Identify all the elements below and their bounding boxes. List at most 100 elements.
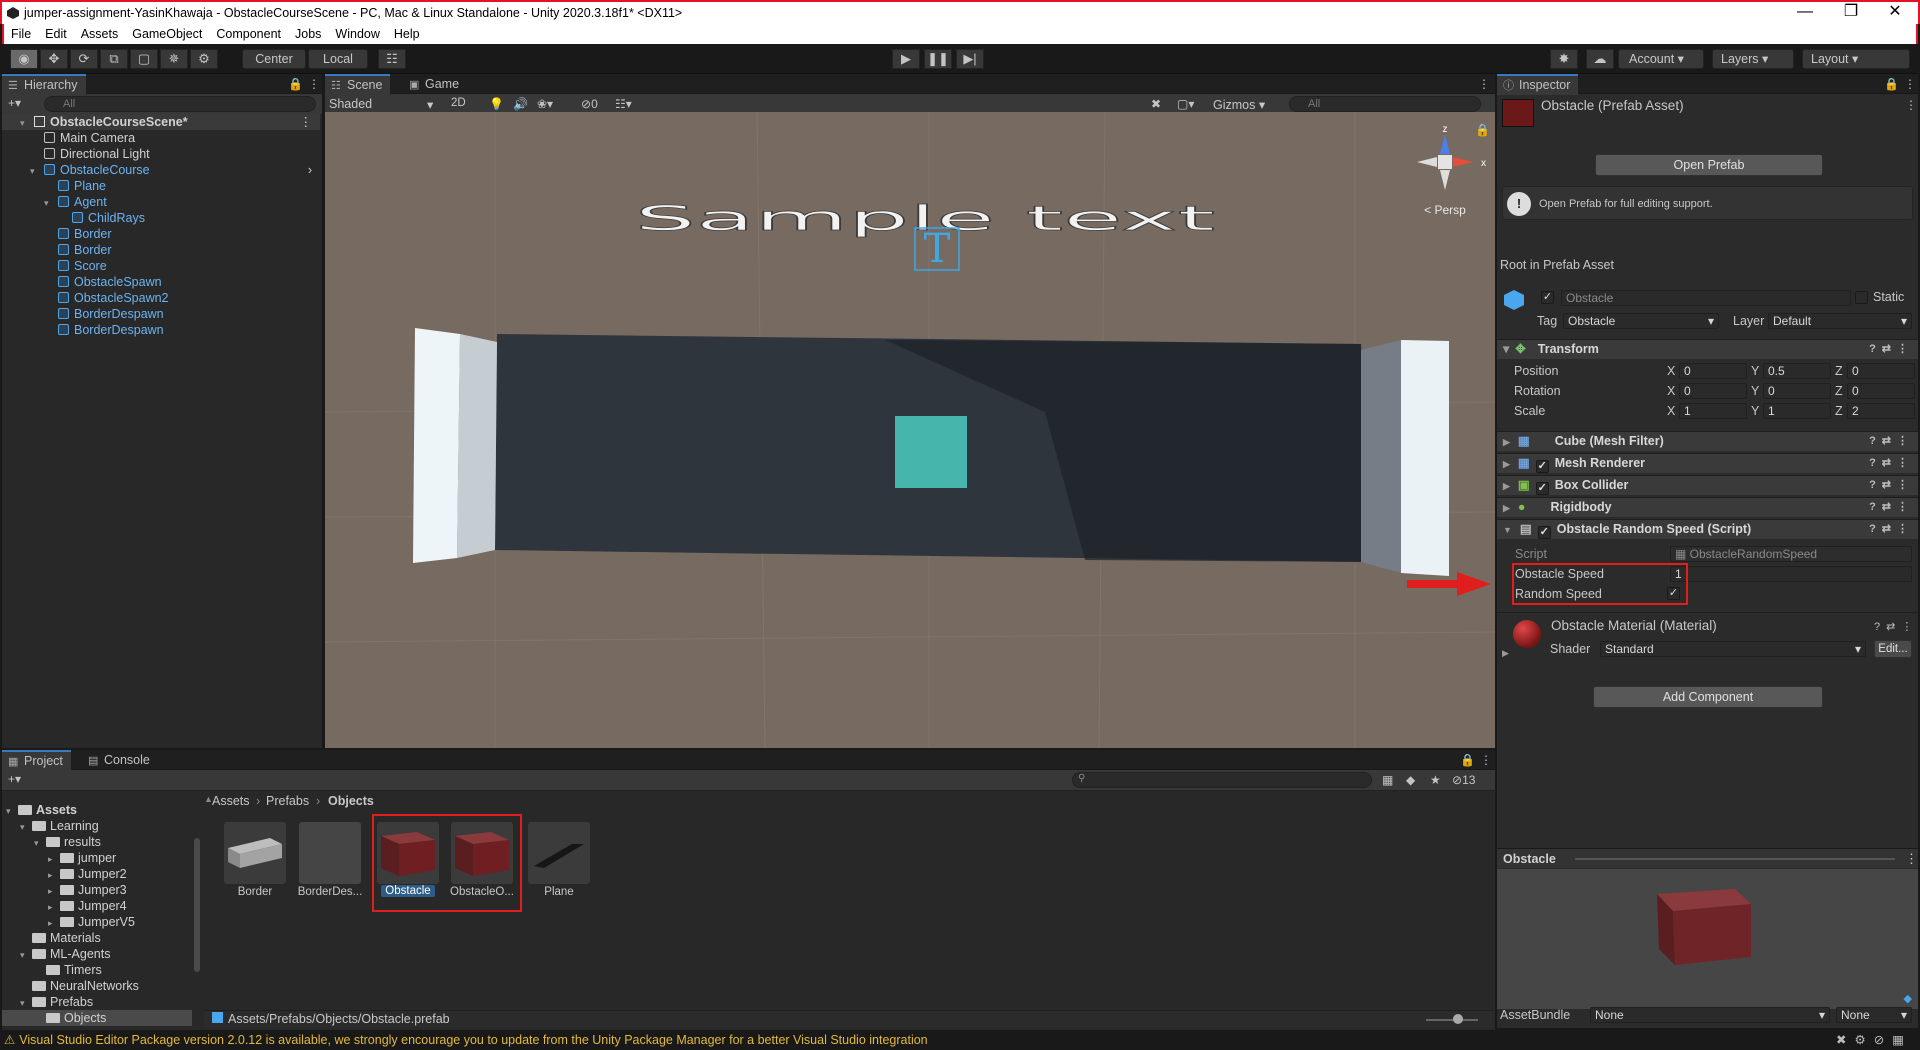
layer-dropdown[interactable]: Default ▾ [1768, 313, 1912, 329]
collapse-arrow-icon[interactable]: ▸ [48, 867, 58, 883]
status-bar[interactable]: ⚠ Visual Studio Editor Package version 2.… [0, 1031, 1920, 1050]
tools-icon[interactable]: ✖ [1151, 97, 1161, 111]
hierarchy-item[interactable]: ▾ Agent [2, 194, 320, 210]
expand-arrow-icon[interactable]: ▾ [44, 195, 54, 211]
project-folder-item[interactable]: ▾ results [2, 834, 192, 850]
project-folder-item[interactable]: ▸ Jumper4 [2, 898, 192, 914]
account-dropdown[interactable]: Account ▾ [1618, 49, 1704, 69]
menu-file[interactable]: File [4, 27, 38, 41]
active-checkbox[interactable]: ✓ [1541, 291, 1554, 304]
axis-x-label[interactable]: X [1667, 404, 1675, 418]
open-prefab-arrow-icon[interactable]: › [308, 162, 312, 178]
breadcrumb-prefabs[interactable]: Prefabs [266, 794, 309, 808]
component-menu-icons[interactable]: ?⇄⋮ [1869, 476, 1914, 495]
menu-help[interactable]: Help [387, 27, 427, 41]
expand-arrow-icon[interactable]: ▾ [20, 115, 30, 131]
asset-borderdespawn-thumb[interactable] [299, 822, 361, 884]
preview-area[interactable]: ◆ [1497, 869, 1918, 1009]
component-menu-icons[interactable]: ?⇄⋮ [1869, 432, 1914, 451]
collapse-arrow-icon[interactable]: ▸ [48, 883, 58, 899]
name-field[interactable]: Obstacle [1561, 290, 1851, 306]
scene-viewport[interactable]: Sample text T z x < Persp 🔒 [325, 112, 1495, 748]
transform-x-field[interactable]: 0 [1679, 363, 1747, 379]
expand-arrow-icon[interactable]: ▾ [20, 947, 30, 963]
expand-arrow-icon[interactable]: ▾ [20, 819, 30, 835]
menu-component[interactable]: Component [209, 27, 288, 41]
grid-icon[interactable]: ☷▾ [615, 97, 632, 111]
menu-edit[interactable]: Edit [38, 27, 74, 41]
hierarchy-item[interactable]: Main Camera [2, 130, 320, 146]
persp-label[interactable]: < Persp [1424, 203, 1466, 217]
axis-x-label[interactable]: X [1667, 364, 1675, 378]
tab-inspector[interactable]: ⓘ Inspector [1497, 74, 1579, 95]
component-header[interactable]: ▶ ▣ ✓ Box Collider ?⇄⋮ [1497, 475, 1918, 495]
project-folder-item[interactable]: Materials [2, 930, 192, 946]
move-tool-icon[interactable]: ✥ [40, 49, 68, 69]
edit-shader-button[interactable]: Edit... [1874, 640, 1912, 658]
hidden-packages-icon[interactable]: ⊘13 [1452, 773, 1475, 787]
pivot-local-button[interactable]: Local [308, 49, 368, 69]
project-search[interactable] [1072, 772, 1372, 788]
scene-search[interactable]: All [1289, 96, 1481, 112]
rect-tool-icon[interactable]: ▢ [130, 49, 158, 69]
component-menu-icons[interactable]: ?⇄⋮ [1869, 520, 1914, 539]
shading-dropdown[interactable]: Shaded ▾ [329, 97, 439, 112]
hierarchy-item[interactable]: ▾ ObstacleCourseScene* ⋮ [2, 114, 320, 130]
transform-y-field[interactable]: 0 [1763, 383, 1831, 399]
project-folder-item[interactable]: NeuralNetworks [2, 978, 192, 994]
tag-dropdown[interactable]: Obstacle ▾ [1563, 313, 1719, 329]
hierarchy-item[interactable]: BorderDespawn [2, 306, 320, 322]
menu-gameobject[interactable]: GameObject [125, 27, 209, 41]
axis-y-label[interactable]: Y [1751, 404, 1759, 418]
effects-icon[interactable]: ❀▾ [537, 97, 553, 111]
project-more-icon[interactable]: ⋮ [1480, 753, 1492, 767]
rotate-tool-icon[interactable]: ⟳ [70, 49, 98, 69]
asset-more-icon[interactable]: ⋮ [1905, 98, 1917, 112]
project-folder-item[interactable]: ▸ JumperV5 [2, 914, 192, 930]
2d-toggle[interactable]: 2D [451, 97, 466, 109]
transform-x-field[interactable]: 0 [1679, 383, 1747, 399]
pivot-center-button[interactable]: Center [242, 49, 306, 69]
transform-x-field[interactable]: 1 [1679, 403, 1747, 419]
collapse-arrow-icon[interactable]: ▸ [48, 915, 58, 931]
audio-icon[interactable]: 🔊 [513, 97, 528, 111]
project-folder-item[interactable]: Timers [2, 962, 192, 978]
more-icon[interactable]: ⋮ [308, 77, 320, 91]
axis-x-label[interactable]: X [1667, 384, 1675, 398]
hierarchy-item[interactable]: Border [2, 226, 320, 242]
hierarchy-item[interactable]: BorderDespawn [2, 322, 320, 338]
component-menu-icons[interactable]: ?⇄⋮ [1869, 498, 1914, 517]
filter-label-icon[interactable]: ◆ [1406, 773, 1415, 787]
project-folder-item[interactable]: ▸ Jumper3 [2, 882, 192, 898]
assetbundle-variant-dropdown[interactable]: None ▾ [1836, 1007, 1912, 1023]
tab-project[interactable]: ▦ Project [2, 750, 71, 771]
tree-scrollbar[interactable] [194, 838, 200, 972]
static-label[interactable]: Static [1873, 290, 1904, 304]
asset-border-thumb[interactable] [224, 822, 286, 884]
hierarchy-item[interactable]: Border [2, 242, 320, 258]
filter-type-icon[interactable]: ▦ [1382, 773, 1393, 787]
component-header[interactable]: ▼ ▤ ✓ Obstacle Random Speed (Script) ?⇄⋮ [1497, 519, 1918, 539]
project-folder-item[interactable]: ▾ Prefabs [2, 994, 192, 1010]
transform-y-field[interactable]: 0.5 [1763, 363, 1831, 379]
preview-drag-handle[interactable] [1575, 858, 1895, 860]
menu-jobs[interactable]: Jobs [288, 27, 328, 41]
tab-scene[interactable]: ☷ Scene [325, 74, 391, 95]
collapse-arrow-icon[interactable]: ▸ [48, 899, 58, 915]
transform-z-field[interactable]: 0 [1847, 383, 1915, 399]
maximize-icon[interactable]: ❐ [1828, 2, 1874, 24]
lock-icon[interactable]: 🔒 [288, 77, 303, 91]
view-tool-icon[interactable]: ◉ [10, 49, 38, 69]
transform-z-field[interactable]: 2 [1847, 403, 1915, 419]
expand-arrow-icon[interactable]: ▾ [6, 803, 16, 819]
axis-y-label[interactable]: Y [1751, 384, 1759, 398]
cloud-icon[interactable]: ☁ [1586, 49, 1614, 69]
hierarchy-item[interactable]: Plane [2, 178, 320, 194]
pause-icon[interactable]: ❚❚ [924, 49, 952, 69]
component-header[interactable]: ▶ ▦ ✓ Mesh Renderer ?⇄⋮ [1497, 453, 1918, 473]
hierarchy-item[interactable]: Directional Light [2, 146, 320, 162]
project-folder-item[interactable]: ▾ Learning [2, 818, 192, 834]
menu-window[interactable]: Window [328, 27, 386, 41]
breadcrumb-objects[interactable]: Objects [328, 794, 374, 808]
scene-lock-icon[interactable]: 🔒 [1475, 123, 1490, 137]
